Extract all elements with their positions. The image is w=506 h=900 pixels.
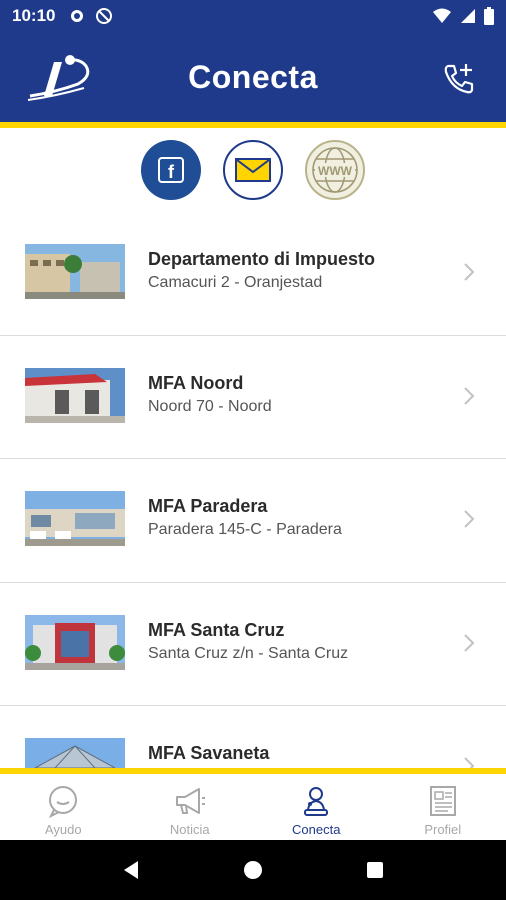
- tab-profiel[interactable]: Profiel: [380, 774, 506, 840]
- tab-label: Profiel: [424, 821, 462, 837]
- status-bar: 10:10: [0, 0, 506, 32]
- tab-label: Ayudo: [44, 821, 82, 837]
- megaphone-icon: [175, 787, 205, 814]
- tab-ayudo[interactable]: Ayudo: [0, 774, 127, 840]
- social-buttons: f WWW: [0, 140, 506, 202]
- office-photo: [25, 738, 125, 768]
- settings-icon: [71, 10, 84, 22]
- list-item[interactable]: Departamento di Impuesto Camacuri 2 - Or…: [0, 212, 506, 336]
- item-address: Paradera 145-C - Paradera: [148, 521, 342, 538]
- item-title: MFA Santa Cruz: [148, 619, 285, 640]
- chat-bubble-icon: [49, 785, 78, 818]
- item-address: Noord 70 - Noord: [148, 397, 272, 415]
- office-list: Departamento di Impuesto Camacuri 2 - Or…: [0, 212, 506, 768]
- item-title: MFA Paradera: [148, 496, 268, 516]
- item-title: MFA Savaneta: [148, 743, 270, 763]
- office-photo: [25, 244, 125, 299]
- list-item[interactable]: MFA Santa Cruz Santa Cruz z/n - Santa Cr…: [0, 583, 506, 706]
- home-icon[interactable]: [242, 859, 264, 881]
- facebook-icon: f: [158, 157, 184, 183]
- contact-icon: [304, 786, 329, 816]
- signal-icon: [461, 9, 475, 23]
- wifi-icon: [433, 8, 451, 23]
- system-nav-bar: [0, 840, 506, 900]
- office-photo: [25, 491, 125, 546]
- chevron-right-icon: [464, 263, 475, 281]
- globe-icon: WWW: [312, 147, 358, 193]
- status-time: 10:10: [12, 6, 56, 25]
- back-icon[interactable]: [120, 859, 142, 881]
- svg-text:WWW: WWW: [318, 164, 353, 178]
- add-call-icon[interactable]: [442, 62, 476, 96]
- list-item[interactable]: MFA Paradera Paradera 145-C - Paradera: [0, 459, 506, 583]
- list-item[interactable]: MFA Savaneta: [0, 706, 506, 768]
- chevron-right-icon: [464, 757, 475, 768]
- battery-icon: [484, 7, 494, 25]
- status-icons-right: [432, 7, 494, 25]
- status-icons-left: [69, 7, 113, 25]
- tab-conecta[interactable]: Conecta: [253, 774, 380, 840]
- bottom-nav: Ayudo Noticia Conecta Profiel: [0, 774, 506, 840]
- svg-text:f: f: [168, 162, 175, 182]
- no-disturb-icon: [96, 8, 113, 24]
- item-title: Departamento di Impuesto: [148, 249, 376, 269]
- recents-icon[interactable]: [364, 859, 386, 881]
- list-item[interactable]: MFA Noord Noord 70 - Noord: [0, 336, 506, 459]
- chevron-right-icon: [464, 386, 475, 405]
- tab-label: Conecta: [292, 821, 341, 837]
- email-button[interactable]: [223, 140, 283, 200]
- office-photo: [25, 614, 125, 670]
- office-photo: [25, 367, 125, 423]
- tab-noticia[interactable]: Noticia: [127, 774, 254, 840]
- facebook-button[interactable]: f: [141, 140, 201, 200]
- email-icon: [235, 158, 271, 182]
- chevron-right-icon: [464, 510, 475, 528]
- item-address: Camacuri 2 - Oranjestad: [148, 274, 323, 291]
- header-accent-strip: [0, 122, 506, 128]
- page-title: Conecta: [188, 58, 318, 95]
- chevron-right-icon: [464, 633, 475, 652]
- item-address: Santa Cruz z/n - Santa Cruz: [148, 644, 349, 662]
- app-bar: Conecta: [0, 32, 506, 122]
- app-logo-icon: [27, 55, 90, 101]
- profile-card-icon: [429, 785, 456, 816]
- tab-label: Noticia: [169, 821, 210, 837]
- item-title: MFA Noord: [148, 372, 244, 393]
- website-button[interactable]: WWW: [305, 140, 365, 200]
